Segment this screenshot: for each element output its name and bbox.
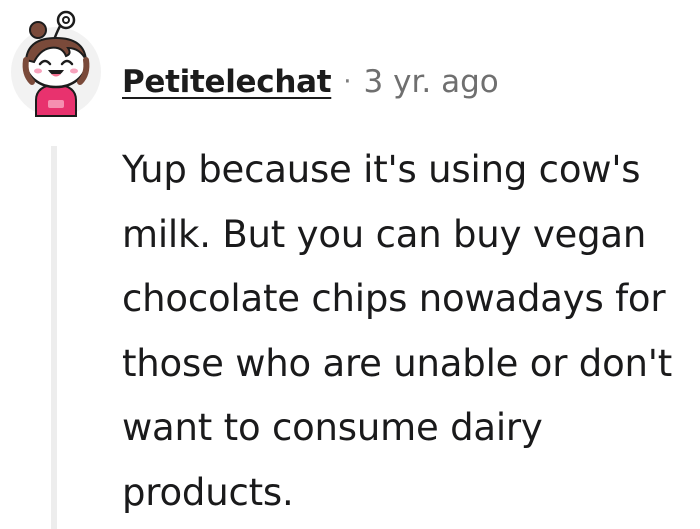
username-link[interactable]: Petitelechat: [122, 62, 332, 102]
thread-collapse-line[interactable]: [51, 146, 57, 529]
snoo-avatar-icon: [11, 10, 101, 117]
meta-separator: ·: [343, 67, 352, 97]
comment-meta: Petitelechat · 3 yr. ago: [122, 62, 499, 102]
user-avatar[interactable]: [10, 8, 102, 126]
comment-timestamp[interactable]: 3 yr. ago: [364, 62, 499, 102]
comment-body: Yup because it's using cow's milk. But y…: [122, 148, 673, 514]
comment: Petitelechat · 3 yr. ago Yup because it'…: [0, 0, 700, 529]
